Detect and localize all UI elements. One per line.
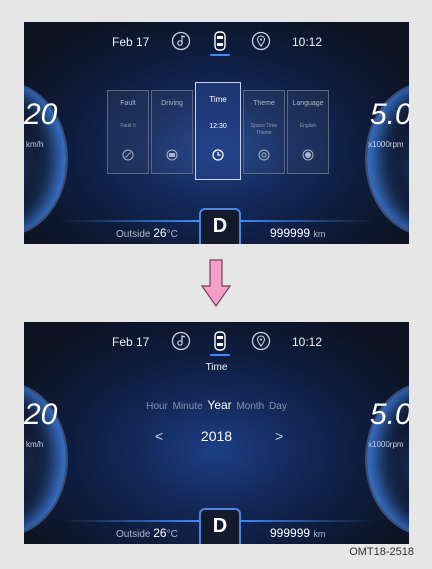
- time-field-selector: Hour Minute Year Month Day: [24, 398, 409, 412]
- year-adjuster: < 2018 >: [24, 428, 409, 446]
- location-icon[interactable]: [250, 30, 272, 52]
- menu-card-time[interactable]: Time 12:30: [195, 82, 241, 180]
- field-day[interactable]: Day: [269, 401, 287, 412]
- menu-card-language[interactable]: Language English: [287, 90, 329, 174]
- outside-temp-value: 26: [153, 526, 167, 540]
- menu-card-sub: Space Time Theme: [250, 123, 278, 136]
- odometer: 999999 km: [270, 226, 325, 240]
- location-icon[interactable]: [250, 330, 272, 352]
- driving-icon: [166, 149, 178, 161]
- date-text: Feb 17: [112, 35, 150, 49]
- rpm-value: 5.0: [370, 98, 409, 131]
- menu-card-fault[interactable]: Fault Fault 0: [107, 90, 149, 174]
- clock-icon: [212, 149, 224, 161]
- music-icon[interactable]: [170, 330, 192, 352]
- odometer-value: 999999: [270, 526, 311, 540]
- clock-text: 10:12: [292, 335, 323, 349]
- outside-temp: Outside 26°C: [116, 526, 178, 540]
- menu-card-sub: 12:30: [209, 123, 227, 130]
- menu-card-title: Time: [209, 95, 227, 104]
- menu-card-sub: Fault 0: [120, 123, 136, 129]
- top-bar: Feb 17 10:12: [24, 22, 409, 62]
- cluster-screen-menu: Feb 17 10:12 20 km/h 5.0 x1000rpm Fault …: [24, 22, 409, 244]
- outside-label: Outside: [116, 229, 151, 240]
- theme-icon: [258, 149, 270, 161]
- outside-label: Outside: [116, 529, 151, 540]
- temp-unit: °C: [166, 229, 178, 240]
- year-value: 2018: [200, 428, 233, 444]
- menu-card-theme[interactable]: Theme Space Time Theme: [243, 90, 285, 174]
- outside-temp-value: 26: [153, 226, 167, 240]
- baseline-left: [54, 220, 199, 222]
- figure-caption: OMT18-2518: [349, 546, 414, 558]
- outside-temp: Outside 26°C: [116, 226, 178, 240]
- menu-card-title: Theme: [253, 100, 275, 107]
- fault-icon: [122, 149, 134, 161]
- active-tab-indicator: [210, 354, 230, 356]
- active-tab-indicator: [210, 54, 230, 56]
- language-icon: [302, 149, 314, 161]
- baseline-right: [237, 520, 382, 522]
- clock-text: 10:12: [292, 35, 323, 49]
- field-hour[interactable]: Hour: [146, 401, 168, 412]
- time-setting-title: Time: [205, 362, 228, 373]
- temp-unit: °C: [166, 529, 178, 540]
- odometer-unit: km: [313, 229, 326, 239]
- odometer: 999999 km: [270, 526, 325, 540]
- settings-menu: Fault Fault 0 Driving Time 12:30 Theme S…: [107, 82, 329, 180]
- date-text: Feb 17: [112, 335, 150, 349]
- odometer-unit: km: [313, 529, 326, 539]
- menu-card-title: Language: [292, 100, 324, 107]
- menu-card-sub: English: [299, 123, 317, 129]
- baseline-right: [237, 220, 382, 222]
- field-year[interactable]: Year: [207, 398, 231, 412]
- car-icon[interactable]: [209, 30, 231, 52]
- odometer-value: 999999: [270, 226, 311, 240]
- rpm-unit: x1000rpm: [368, 140, 404, 149]
- down-arrow-icon: [200, 259, 232, 308]
- chevron-right-icon[interactable]: >: [275, 428, 283, 444]
- top-bar: Feb 17 10:12: [24, 322, 409, 362]
- gear-value: D: [212, 215, 228, 237]
- gear-indicator: D: [199, 208, 241, 244]
- car-icon[interactable]: [209, 330, 231, 352]
- gear-value: D: [212, 515, 228, 537]
- menu-card-title: Driving: [161, 100, 183, 107]
- field-month[interactable]: Month: [236, 401, 264, 412]
- field-minute[interactable]: Minute: [173, 401, 203, 412]
- speed-value: 20: [24, 98, 58, 131]
- menu-card-driving[interactable]: Driving: [151, 90, 193, 174]
- music-icon[interactable]: [170, 30, 192, 52]
- menu-card-title: Fault: [120, 100, 136, 107]
- speed-unit: km/h: [26, 140, 44, 149]
- cluster-screen-time-setting: Feb 17 10:12 20 km/h 5.0 x1000rpm Time H…: [24, 322, 409, 544]
- baseline-left: [54, 520, 199, 522]
- gear-indicator: D: [199, 508, 241, 544]
